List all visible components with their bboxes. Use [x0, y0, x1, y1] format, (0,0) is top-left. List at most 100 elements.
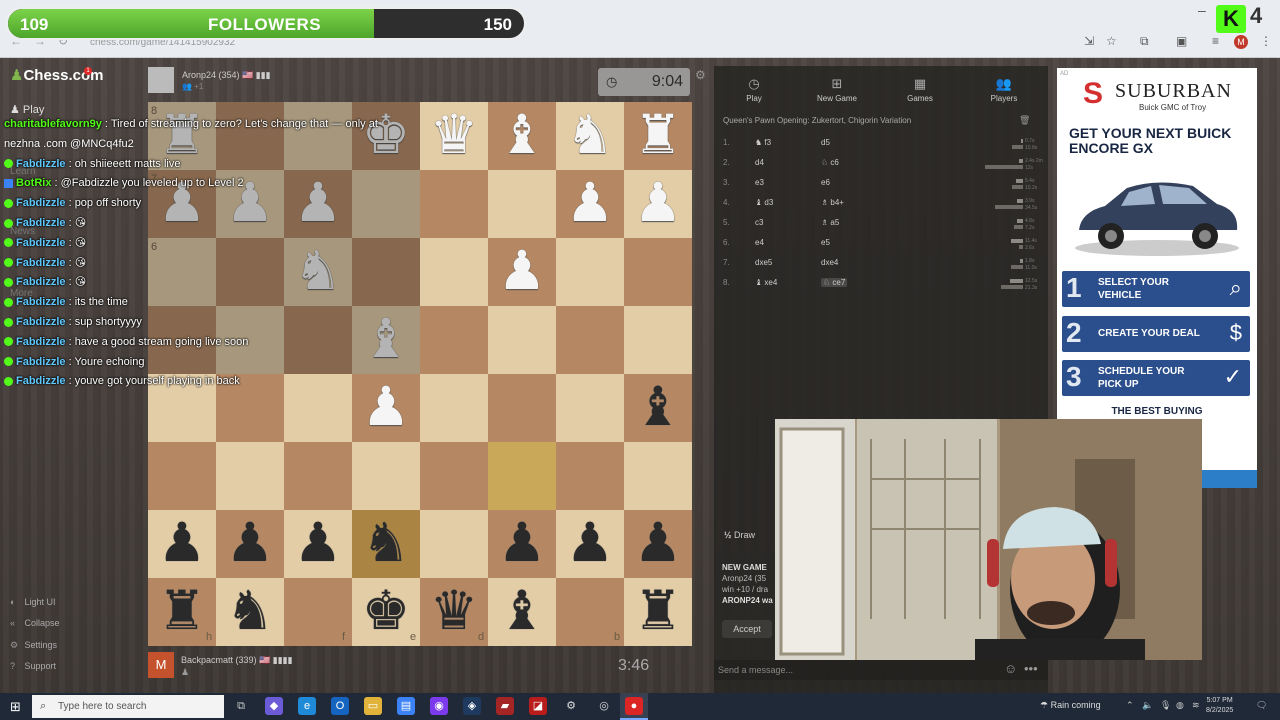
black-move[interactable]: d5	[821, 138, 830, 147]
white-rook-piece[interactable]: ♜	[624, 102, 692, 170]
sidebar-light-ui[interactable]: ◐ Light UI	[10, 597, 56, 607]
chat-username[interactable]: Fabdizzle	[16, 296, 66, 308]
tab-new-game[interactable]: ⊞ New Game	[797, 76, 877, 103]
gear-icon[interactable]: ⚙	[695, 68, 706, 82]
black-pawn-piece[interactable]: ♟	[624, 510, 692, 578]
white-move[interactable]: ♞ f3	[755, 138, 771, 147]
board-square-h3[interactable]	[148, 442, 216, 510]
black-pawn-piece[interactable]: ♟	[284, 510, 352, 578]
draw-button[interactable]: ½ Draw	[724, 530, 755, 540]
taskbar-clock[interactable]: 5:07 PM 8/2/2025	[1206, 696, 1233, 716]
black-pawn-piece[interactable]: ♟	[488, 510, 556, 578]
notifications-icon[interactable]: 🗨	[1256, 700, 1267, 711]
chat-username[interactable]: Fabdizzle	[16, 356, 66, 368]
board-square-c7[interactable]	[488, 170, 556, 238]
board-square-d6[interactable]	[420, 238, 488, 306]
tray-app-icon[interactable]: ◍	[1176, 700, 1184, 711]
black-rook-piece[interactable]: ♜	[624, 578, 692, 646]
board-square-c3[interactable]	[488, 442, 556, 510]
settings-icon[interactable]: ⚙	[562, 697, 580, 715]
black-move[interactable]: e5	[821, 238, 830, 247]
opening-name[interactable]: Queen's Pawn Opening: Zukertort, Chigori…	[723, 116, 911, 125]
outlook-icon[interactable]: O	[331, 697, 349, 715]
ad-step-schedule-pickup[interactable]: 3 SCHEDULE YOUR PICK UP ✓	[1062, 360, 1250, 396]
install-icon[interactable]: ⇲	[1084, 34, 1094, 48]
board-square-c4[interactable]	[488, 374, 556, 442]
sidebar-icon[interactable]: ▣	[1176, 34, 1187, 48]
top-player-name[interactable]: Aronp24 (354) 🇺🇸 ▮▮▮	[182, 70, 271, 81]
tab-players[interactable]: 👥 Players	[964, 76, 1044, 103]
speaker-icon[interactable]: 🔈	[1142, 700, 1153, 711]
white-pawn-piece[interactable]: ♟	[488, 238, 556, 306]
bottom-player-name[interactable]: Backpacmatt (339) 🇺🇸 ▮▮▮▮	[181, 655, 293, 666]
chat-message-input[interactable]: Send a message...	[714, 660, 1048, 680]
board-square-b6[interactable]	[556, 238, 624, 306]
tray-chevron-icon[interactable]: ⌃	[1126, 700, 1134, 711]
white-move[interactable]: e3	[755, 178, 764, 187]
black-knight-piece[interactable]: ♞	[216, 578, 284, 646]
black-pawn-piece[interactable]: ♟	[556, 510, 624, 578]
chat-username[interactable]: Fabdizzle	[16, 375, 66, 387]
white-move[interactable]: ♝ d3	[755, 198, 773, 207]
profile-avatar[interactable]: M	[1234, 35, 1248, 49]
board-square-g3[interactable]	[216, 442, 284, 510]
tab-games[interactable]: ▦ Games	[880, 76, 960, 103]
more-dots-icon[interactable]: •••	[1024, 661, 1038, 676]
chat-username[interactable]: charitablefavorn9y	[4, 118, 102, 130]
black-bishop-piece[interactable]: ♝	[488, 578, 556, 646]
board-square-d5[interactable]	[420, 306, 488, 374]
sidebar-support[interactable]: ? Support	[10, 661, 56, 671]
chat-username[interactable]: Fabdizzle	[16, 237, 66, 249]
chat-username[interactable]: Fabdizzle	[16, 217, 66, 229]
bookmark-star-icon[interactable]: ☆	[1106, 34, 1117, 48]
avatar[interactable]: M	[148, 652, 174, 678]
white-move[interactable]: d4	[755, 158, 764, 167]
sidebar-settings[interactable]: ⚙ Settings	[10, 640, 57, 651]
black-move[interactable]: ♘ ce7	[821, 278, 848, 287]
board-square-a3[interactable]	[624, 442, 692, 510]
taskbar-search[interactable]: ⌕ Type here to search	[32, 695, 224, 718]
black-move[interactable]: ♘ c6	[821, 158, 839, 167]
sidebar-collapse[interactable]: « Collapse	[10, 618, 60, 628]
menu-kebab-icon[interactable]: ⋮	[1260, 34, 1272, 48]
board-square-d7[interactable]	[420, 170, 488, 238]
ad-step-select-vehicle[interactable]: 1 SELECT YOUR VEHICLE ⌕	[1062, 271, 1250, 307]
board-square-b4[interactable]	[556, 374, 624, 442]
white-queen-piece[interactable]: ♛	[420, 102, 488, 170]
board-square-d2[interactable]	[420, 510, 488, 578]
windows-start-icon[interactable]: ⊞	[10, 699, 21, 715]
board-square-d4[interactable]	[420, 374, 488, 442]
store-icon[interactable]: ▤	[397, 697, 415, 715]
board-square-a5[interactable]	[624, 306, 692, 374]
app-icon-dark-red[interactable]: ◪	[529, 697, 547, 715]
accept-button[interactable]: Accept	[722, 620, 772, 638]
board-square-e3[interactable]	[352, 442, 420, 510]
app-icon-purple[interactable]: ◉	[430, 697, 448, 715]
minimize-icon[interactable]: –	[1198, 2, 1206, 18]
edge-icon[interactable]: e	[298, 697, 316, 715]
board-square-c5[interactable]	[488, 306, 556, 374]
black-pawn-piece[interactable]: ♟	[148, 510, 216, 578]
chat-username[interactable]: Fabdizzle	[16, 197, 66, 209]
board-square-b5[interactable]	[556, 306, 624, 374]
reading-list-icon[interactable]: ≡	[1212, 34, 1219, 48]
chat-username[interactable]: Fabdizzle	[16, 336, 66, 348]
black-move[interactable]: ♗ a5	[821, 218, 839, 227]
white-move[interactable]: e4	[755, 238, 764, 247]
board-square-f3[interactable]	[284, 442, 352, 510]
extensions-icon[interactable]: ⧉	[1140, 34, 1149, 49]
steam-icon[interactable]: ◈	[463, 697, 481, 715]
white-pawn-piece[interactable]: ♟	[556, 170, 624, 238]
file-explorer-icon[interactable]: ▭	[364, 697, 382, 715]
black-pawn-piece[interactable]: ♟	[216, 510, 284, 578]
emoji-icon[interactable]: ☺	[1004, 661, 1017, 676]
white-bishop-piece[interactable]: ♝	[488, 102, 556, 170]
black-move[interactable]: ♗ b4+	[821, 198, 844, 207]
black-knight-piece[interactable]: ♞	[352, 510, 420, 578]
white-knight-piece[interactable]: ♞	[556, 102, 624, 170]
wifi-icon[interactable]: ≋	[1192, 700, 1200, 711]
copilot-icon[interactable]: ◆	[265, 697, 283, 715]
white-move[interactable]: dxe5	[755, 258, 772, 267]
chat-username[interactable]: BotRix	[16, 177, 51, 189]
chrome-icon[interactable]: ●	[625, 697, 643, 715]
